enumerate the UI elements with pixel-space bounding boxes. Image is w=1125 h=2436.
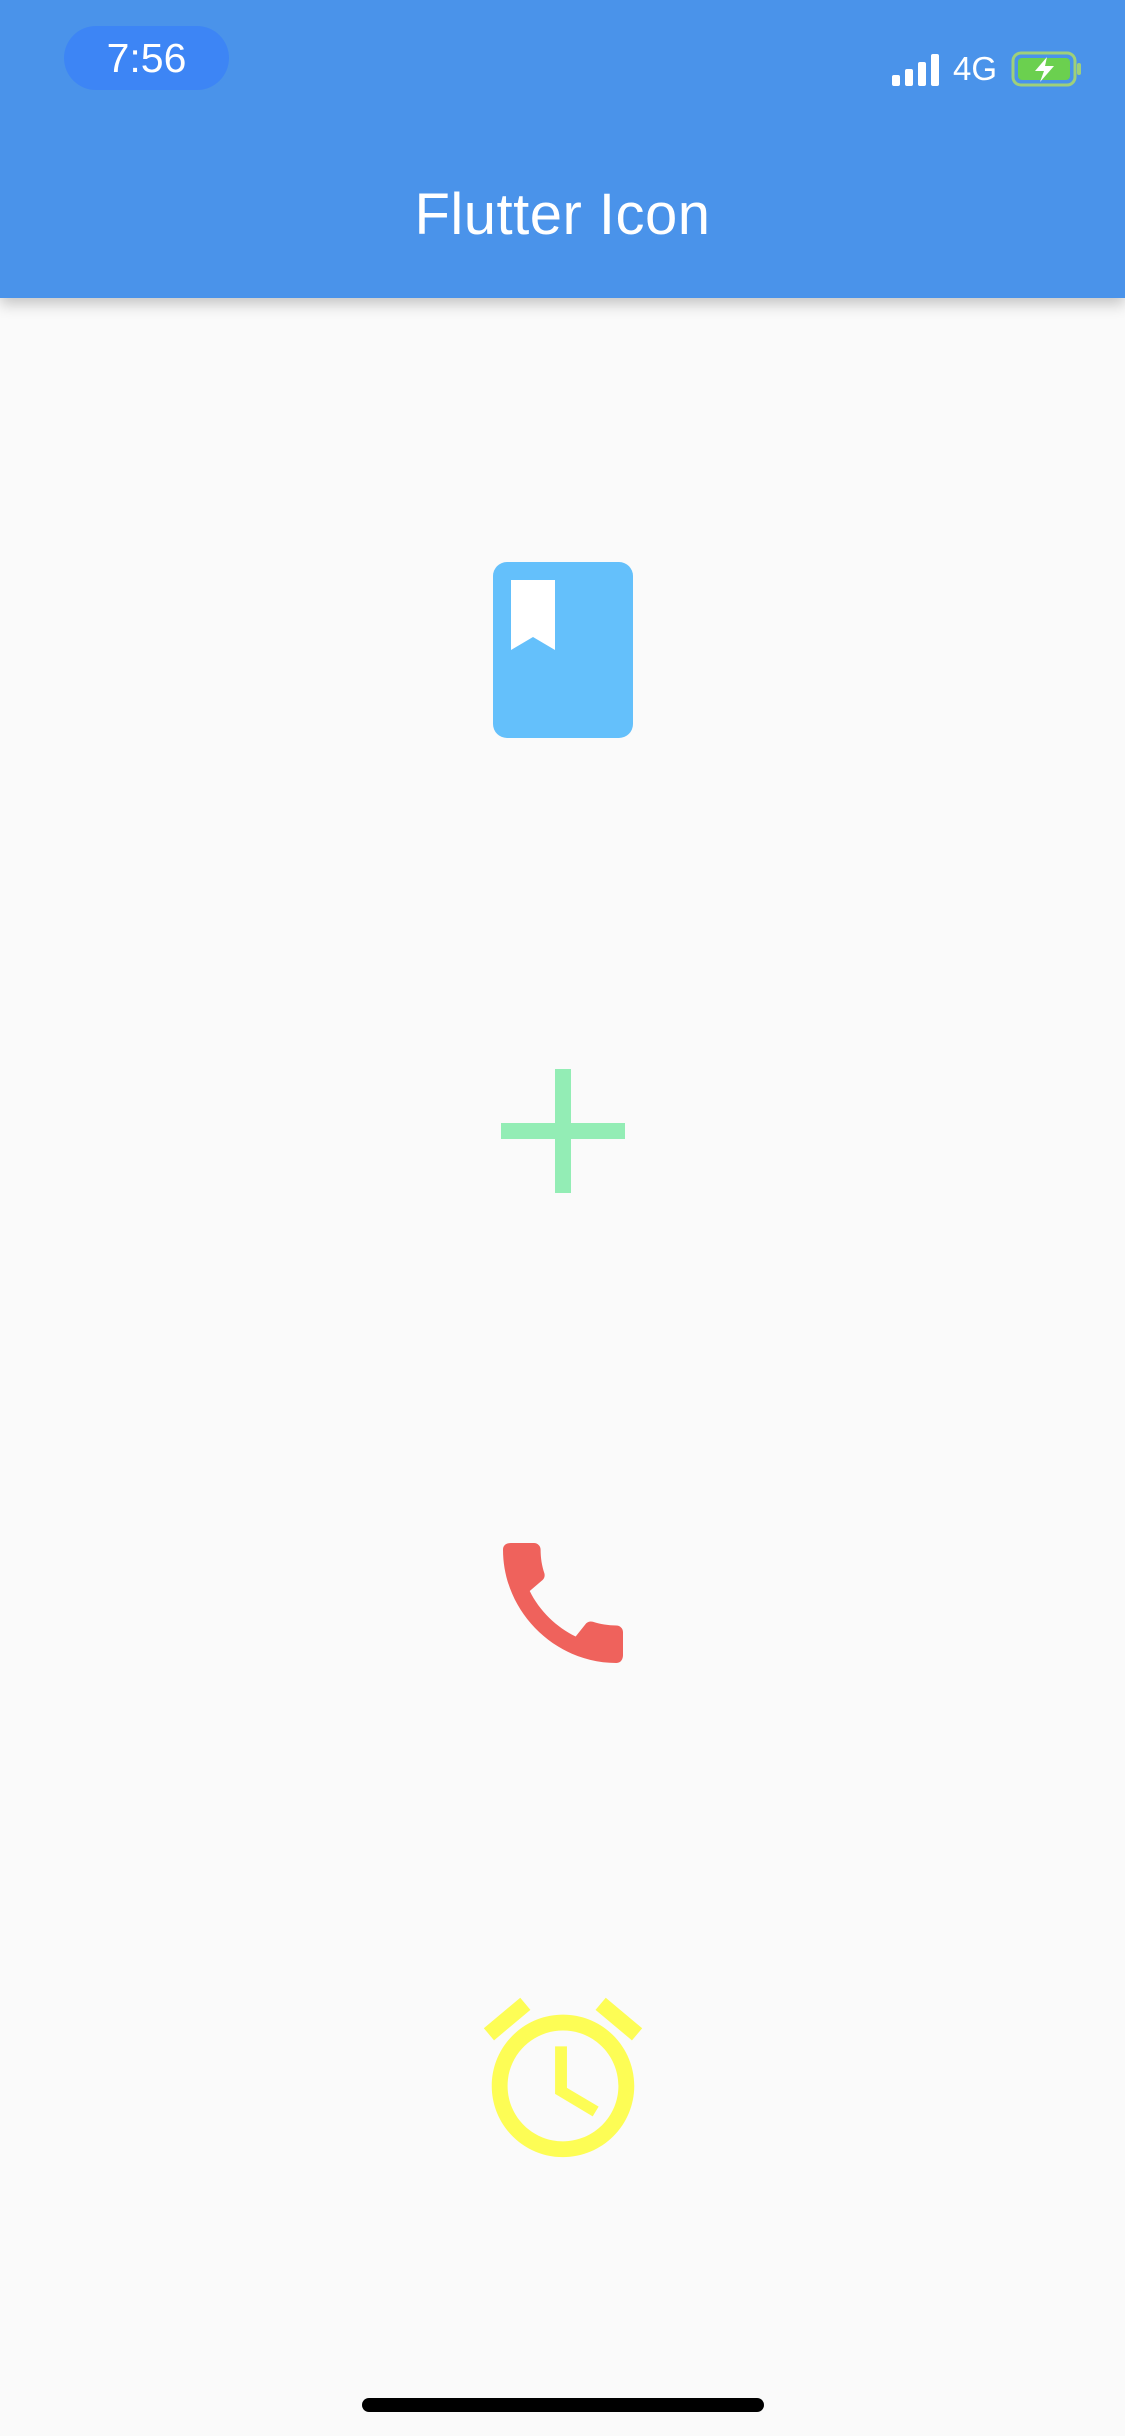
app-bar: 7:56 4G Flutter Icon <box>0 0 1125 298</box>
home-indicator[interactable] <box>362 2398 764 2412</box>
add-icon <box>500 1069 625 1193</box>
add-icon-cell <box>0 1066 1125 1196</box>
book-icon <box>492 562 633 738</box>
phone-icon <box>502 1543 623 1663</box>
status-indicators: 4G <box>891 46 1083 92</box>
network-type: 4G <box>952 50 997 87</box>
book-icon-cell <box>0 560 1125 740</box>
alarm-icon <box>483 1997 642 2158</box>
page-title: Flutter Icon <box>414 182 711 247</box>
cellular-signal-icon <box>891 52 939 86</box>
alarm-icon-cell <box>0 1978 1125 2178</box>
status-time: 7:56 <box>64 26 229 90</box>
icon-list <box>0 298 1125 2436</box>
phone-icon-cell <box>0 1518 1125 1688</box>
battery-charging-icon <box>1011 51 1081 87</box>
